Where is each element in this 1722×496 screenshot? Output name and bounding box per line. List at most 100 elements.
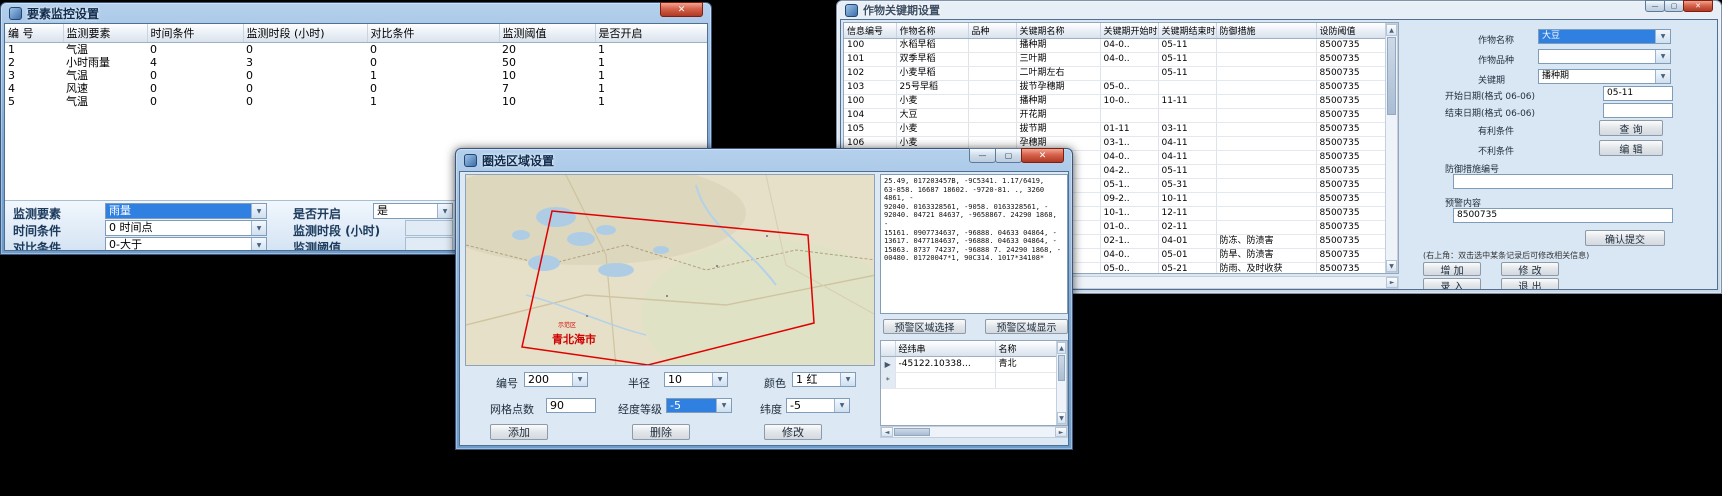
- threshold-field[interactable]: [405, 237, 453, 251]
- scroll-left-icon[interactable]: ◄: [881, 427, 893, 437]
- map-canvas[interactable]: 示范区 青北海市: [465, 174, 875, 366]
- crop-variety-select[interactable]: ▼: [1538, 49, 1671, 64]
- column-header[interactable]: 编 号: [5, 24, 63, 43]
- table-row[interactable]: 105小麦拔节期01-1103-118500735: [844, 123, 1386, 137]
- close-icon[interactable]: ✕: [660, 2, 703, 17]
- table-row[interactable]: 1气温000201: [5, 43, 708, 57]
- maximize-button[interactable]: ▢: [995, 148, 1022, 163]
- column-header[interactable]: 作物名称: [896, 23, 968, 39]
- table-row[interactable]: 102小麦早稻二叶期左右05-118500735: [844, 67, 1386, 81]
- exit-button[interactable]: 退 出: [1501, 278, 1559, 290]
- scroll-thumb[interactable]: [1058, 355, 1065, 381]
- table-row[interactable]: 10325号早稻拔节孕穗期05-0..8500735: [844, 81, 1386, 95]
- table-row[interactable]: 104大豆开花期8500735: [844, 109, 1386, 123]
- dropdown-arrow-icon[interactable]: ▼: [251, 238, 266, 251]
- titlebar[interactable]: 作物关键期设置 — ▢ ✕: [837, 1, 1721, 19]
- minimize-button[interactable]: —: [969, 148, 996, 163]
- query-button[interactable]: 查 询: [1599, 120, 1663, 136]
- scroll-thumb[interactable]: [894, 428, 930, 436]
- number-select[interactable]: 200 ▼: [524, 372, 588, 387]
- dropdown-arrow-icon[interactable]: ▼: [1655, 70, 1670, 83]
- dropdown-arrow-icon[interactable]: ▼: [251, 204, 266, 218]
- scroll-up-icon[interactable]: ▲: [1386, 24, 1397, 36]
- add-button[interactable]: 增 加: [1423, 262, 1481, 276]
- column-header[interactable]: 信息编号: [844, 23, 896, 39]
- scroll-down-icon[interactable]: ▼: [1386, 260, 1397, 272]
- dropdown-arrow-icon[interactable]: ▼: [1655, 50, 1670, 63]
- column-header[interactable]: 防御措施: [1216, 23, 1316, 39]
- column-header[interactable]: 名称: [995, 341, 1057, 357]
- enabled-select[interactable]: 是 ▼: [373, 203, 453, 219]
- region-grid-hscrollbar[interactable]: ◄ ►: [880, 426, 1068, 438]
- column-header[interactable]: 品种: [968, 23, 1016, 39]
- dropdown-arrow-icon[interactable]: ▼: [716, 399, 731, 412]
- column-header[interactable]: 对比条件: [367, 24, 499, 43]
- table-row[interactable]: 4风速00071: [5, 82, 708, 95]
- titlebar[interactable]: 圈选区域设置 — ▢ ✕: [456, 149, 1072, 171]
- column-header[interactable]: 设防阈值: [1316, 23, 1386, 39]
- close-icon[interactable]: ✕: [1021, 148, 1064, 163]
- show-warning-region-button[interactable]: 预警区域显示: [985, 319, 1068, 334]
- table-row[interactable]: 2小时雨量430501: [5, 56, 708, 69]
- longitude-level-select[interactable]: -5 ▼: [666, 398, 732, 413]
- radius-select[interactable]: 10 ▼: [664, 372, 728, 387]
- period-field[interactable]: [405, 220, 453, 236]
- dropdown-arrow-icon[interactable]: ▼: [251, 221, 266, 235]
- dropdown-arrow-icon[interactable]: ▼: [437, 204, 452, 218]
- end-date-field[interactable]: [1603, 103, 1673, 118]
- close-icon[interactable]: ✕: [1683, 0, 1713, 12]
- column-header[interactable]: 经纬串: [895, 341, 995, 357]
- column-header[interactable]: 是否开启: [595, 24, 708, 43]
- table-row[interactable]: *: [881, 373, 1057, 389]
- dropdown-arrow-icon[interactable]: ▼: [834, 399, 849, 412]
- titlebar[interactable]: 要素监控设置 ✕: [1, 3, 711, 23]
- dropdown-arrow-icon[interactable]: ▼: [840, 373, 855, 386]
- scroll-right-icon[interactable]: ►: [1055, 427, 1067, 437]
- table-row[interactable]: 3气温001101: [5, 69, 708, 82]
- time-condition-select[interactable]: 0 时间点 ▼: [105, 220, 267, 236]
- latitude-level-select[interactable]: -5 ▼: [786, 398, 850, 413]
- scroll-thumb[interactable]: [1387, 37, 1396, 115]
- color-select[interactable]: 1 红 ▼: [792, 372, 856, 387]
- column-header[interactable]: 监测要素: [63, 24, 147, 43]
- submit-button[interactable]: 确认提交: [1585, 230, 1665, 246]
- maximize-button[interactable]: ▢: [1664, 0, 1684, 12]
- key-period-select[interactable]: 播种期 ▼: [1538, 69, 1671, 84]
- add-button[interactable]: 添加: [490, 424, 548, 440]
- scroll-down-icon[interactable]: ▼: [1057, 412, 1066, 424]
- region-coords-textbox[interactable]: 25.49, 017203457B, -9C5341. 1.17/6419, 6…: [880, 174, 1068, 314]
- dropdown-arrow-icon[interactable]: ▼: [572, 373, 587, 386]
- scroll-right-icon[interactable]: ►: [1386, 277, 1398, 288]
- defense-measure-field[interactable]: [1453, 174, 1673, 189]
- scroll-up-icon[interactable]: ▲: [1057, 342, 1066, 354]
- modify-button[interactable]: 修 改: [1501, 262, 1559, 276]
- edit-button[interactable]: 编 辑: [1599, 140, 1663, 156]
- column-header[interactable]: 时间条件: [147, 24, 243, 43]
- delete-button[interactable]: 删除: [632, 424, 690, 440]
- column-header[interactable]: [881, 341, 895, 357]
- crop-name-select[interactable]: 大豆 ▼: [1538, 29, 1671, 44]
- element-select[interactable]: 雨量 ▼: [105, 203, 267, 219]
- table-row[interactable]: ▶-45122.10338…青北: [881, 357, 1057, 373]
- column-header[interactable]: 监测阈值: [499, 24, 595, 43]
- modify-button[interactable]: 修改: [764, 424, 822, 440]
- region-grid-vscrollbar[interactable]: ▲ ▼: [1056, 341, 1067, 425]
- dropdown-arrow-icon[interactable]: ▼: [712, 373, 727, 386]
- input-button[interactable]: 录 入: [1423, 278, 1481, 290]
- table-row[interactable]: 5气温001101: [5, 95, 708, 108]
- compare-condition-select[interactable]: 0-大于 ▼: [105, 237, 267, 251]
- minimize-button[interactable]: —: [1645, 0, 1665, 12]
- table-row[interactable]: 100水稻早稻播种期04-0..05-118500735: [844, 39, 1386, 53]
- warning-content-field[interactable]: 8500735: [1453, 208, 1673, 223]
- table-row[interactable]: 101双季早稻三叶期04-0..05-118500735: [844, 53, 1386, 67]
- dropdown-arrow-icon[interactable]: ▼: [1655, 30, 1670, 43]
- table-row[interactable]: 100小麦播种期10-0..11-118500735: [844, 95, 1386, 109]
- column-header[interactable]: 关键期结束时间: [1158, 23, 1216, 39]
- column-header[interactable]: 监测时段 (小时): [243, 24, 367, 43]
- select-warning-region-button[interactable]: 预警区域选择: [883, 319, 966, 334]
- column-header[interactable]: 关键期开始时间: [1100, 23, 1158, 39]
- start-date-field[interactable]: 05-11: [1603, 86, 1673, 101]
- column-header[interactable]: 关键期名称: [1016, 23, 1100, 39]
- grid-points-field[interactable]: 90: [546, 398, 596, 413]
- crop-table-vscrollbar[interactable]: ▲ ▼: [1385, 23, 1398, 273]
